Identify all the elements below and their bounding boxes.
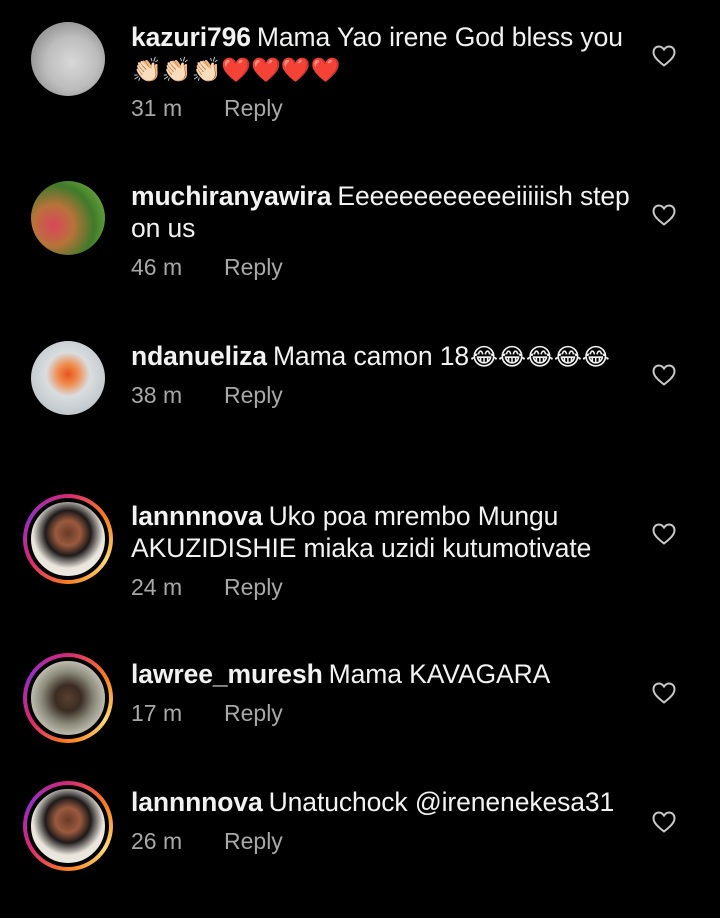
comment-meta: 31 m Reply (131, 95, 631, 122)
avatar-story-ring[interactable] (23, 653, 113, 743)
comment-body: Mama KAVAGARA (328, 659, 551, 689)
comment-username[interactable]: ndanueliza (131, 341, 267, 371)
comment-username[interactable]: kazuri796 (131, 22, 251, 52)
reply-button[interactable]: Reply (224, 254, 283, 280)
heart-outline-icon[interactable] (652, 523, 676, 545)
reply-button[interactable]: Reply (224, 828, 283, 854)
comment-meta: 26 m Reply (131, 828, 631, 855)
heart-outline-icon[interactable] (652, 364, 676, 386)
comment-time: 31 m (131, 95, 183, 121)
comment-meta: 17 m Reply (131, 700, 631, 727)
comment-username[interactable]: lannnnova (131, 501, 263, 531)
avatar-story-ring[interactable] (23, 781, 113, 871)
emoji-sequence: 👏🏻👏🏻👏🏻❤️❤️❤️❤️ (132, 57, 341, 84)
reply-button[interactable]: Reply (224, 700, 283, 726)
avatar[interactable] (31, 341, 105, 415)
comment-text: lawree_muresh Mama KAVAGARA (131, 658, 631, 690)
comment-text: kazuri796 Mama Yao irene God bless you 👏🏻👏… (131, 21, 631, 85)
comment-username[interactable]: muchiranyawira (131, 181, 331, 211)
comment-text: ndanueliza Mama camon 18😂😂😂😂😂 (131, 340, 631, 372)
comment-meta: 46 m Reply (131, 254, 631, 281)
comment-body: Unatuchock @irenenekesa31 (268, 787, 615, 817)
reply-button[interactable]: Reply (224, 95, 283, 121)
avatar-story-ring[interactable] (23, 494, 113, 584)
comment-meta: 38 m Reply (131, 382, 631, 409)
reply-button[interactable]: Reply (224, 574, 283, 600)
comment-time: 38 m (131, 382, 183, 408)
comment-text: lannnnova Unatuchock @irenenekesa31 (131, 786, 631, 818)
avatar[interactable] (31, 22, 105, 96)
comment-username[interactable]: lawree_muresh (131, 659, 323, 689)
heart-outline-icon[interactable] (652, 204, 676, 226)
comment-time: 26 m (131, 828, 183, 854)
heart-outline-icon[interactable] (652, 45, 676, 67)
comment-time: 46 m (131, 254, 183, 280)
reply-button[interactable]: Reply (224, 382, 283, 408)
heart-outline-icon[interactable] (652, 811, 676, 833)
avatar[interactable] (31, 181, 105, 255)
comment-username[interactable]: lannnnova (131, 787, 263, 817)
comment-text: lannnnova Uko poa mrembo Mungu AKUZIDISHI… (131, 500, 631, 564)
comment-body: Mama camon 18 (272, 341, 470, 371)
emoji-sequence: 😂😂😂😂😂 (470, 344, 610, 371)
comment-meta: 24 m Reply (131, 574, 631, 601)
heart-outline-icon[interactable] (652, 682, 676, 704)
comment-body: Mama Yao irene God bless you (256, 22, 623, 52)
comment-time: 24 m (131, 574, 183, 600)
comment-time: 17 m (131, 700, 183, 726)
comment-text: muchiranyawira Eeeeeeeeeeeeiiiiish step o… (131, 180, 631, 244)
